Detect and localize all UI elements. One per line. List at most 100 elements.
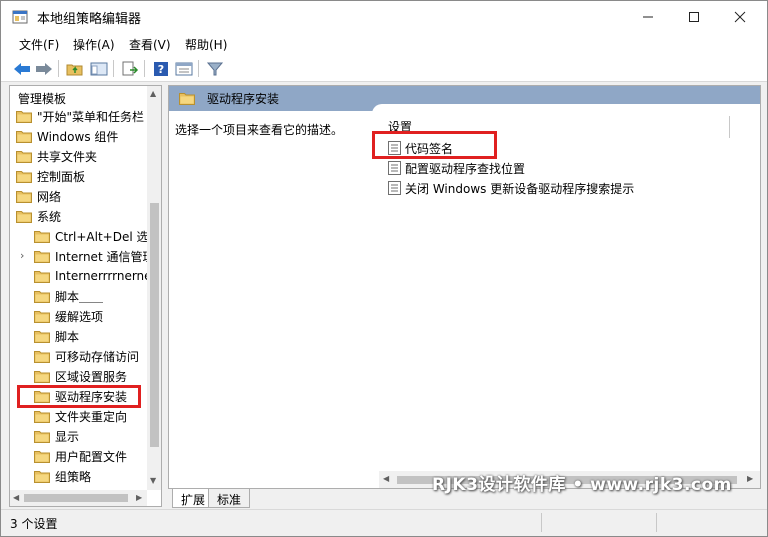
tree-pane[interactable]: 管理模板 "开始"菜单和任务栏 Windows 组件 共享文件夹 控制面板 网络… [9,85,162,507]
tab-extended[interactable]: 扩展 [172,489,214,508]
filter-icon [206,62,224,76]
properties-view-icon [175,62,193,76]
description-text: 选择一个项目来查看它的描述。 [175,123,344,137]
tree-item-display[interactable]: 显示 [34,426,79,446]
scroll-down-arrow-icon[interactable]: ▼ [150,476,156,485]
folder-icon [34,310,50,323]
tree-item-control-panel[interactable]: 控制面板 [16,166,85,186]
tree-item-label: 脚本 [55,329,80,344]
folder-icon [16,150,32,163]
folder-icon [34,290,50,303]
folder-icon [34,470,50,483]
tree-item-label: 缓解选项 [55,309,104,324]
tree-item-label: 显示 [55,429,80,444]
tree-item-shared-folders[interactable]: 共享文件夹 [16,146,97,166]
tree-item-mitigation[interactable]: 缓解选项 [34,306,103,326]
tree-item-label: 组策略 [55,469,92,484]
close-button[interactable] [717,1,763,32]
scroll-right-arrow-icon[interactable]: ▶ [136,493,142,502]
tree-item-locale-services[interactable]: 区域设置服务 [34,366,127,386]
tree-item-windows-components[interactable]: Windows 组件 [16,126,118,146]
tree-item-label: Ctrl+Alt+Del 选项 [55,229,161,244]
minimize-button[interactable] [625,1,671,32]
details-header-title: 驱动程序安装 [207,92,280,106]
column-divider[interactable] [729,116,730,138]
tree-item-label: Windows 组件 [37,129,119,144]
folder-icon [34,370,50,383]
tree-item-network[interactable]: 网络 [16,186,61,206]
folder-icon [34,410,50,423]
menu-action[interactable]: 操作(A) [73,36,115,53]
tree-item-scripts[interactable]: 脚本 [34,326,79,346]
folder-icon [34,250,50,263]
tree-root[interactable]: 管理模板 [18,90,66,107]
menu-file[interactable]: 文件(F) [19,36,59,53]
tree-vertical-scrollbar[interactable]: ▲ ▼ [147,86,161,490]
properties-view-button[interactable] [174,59,194,79]
svg-text:?: ? [158,63,164,76]
scroll-up-arrow-icon[interactable]: ▲ [150,89,156,98]
up-folder-icon [66,64,83,76]
tree-item-removable-storage[interactable]: 可移动存储访问 [34,346,139,366]
folder-icon [34,450,50,463]
tree-item-user-profiles[interactable]: 用户配置文件 [34,446,127,466]
tree-item-label: 共享文件夹 [37,149,98,164]
tree-item-ctrl-alt-del[interactable]: Ctrl+Alt+Del 选项 [34,226,160,246]
view-tabs: 扩展 标准 [168,489,468,509]
policy-setting-icon [388,161,401,175]
forward-button[interactable] [34,59,54,79]
forward-icon [36,63,52,75]
expand-chevron-icon[interactable]: › [20,249,24,262]
show-hide-tree-icon [90,62,108,76]
menu-bar: 文件(F) 操作(A) 查看(V) 帮助(H) [1,33,767,55]
tree-item-label: 区域设置服务 [55,369,128,384]
policy-item-driver-search-locations[interactable]: 配置驱动程序查找位置 [388,159,525,177]
tree-item-label: 文件夹重定向 [55,409,128,424]
filter-button[interactable] [205,59,225,79]
gpedit-window: 本地组策略编辑器 文件(F) 操作(A) 查看(V) 帮助(H) ? 管理模板 … [0,0,768,537]
tree-item-internerrr[interactable]: Internerrrrnerne [34,266,152,286]
show-hide-tree-button[interactable] [89,59,109,79]
scroll-thumb[interactable] [150,203,159,447]
export-list-button[interactable] [120,59,140,79]
tree-item-group-policy[interactable]: 组策略 [34,466,91,486]
tree-item-start-menu[interactable]: "开始"菜单和任务栏 [16,106,144,126]
details-pane: 驱动程序安装 选择一个项目来查看它的描述。 设置 代码签名 配置驱动程序查找位置… [168,85,761,489]
watermark-text: RJK3设计软件库 • www.rjk3.com [432,475,732,495]
status-bar: 3 个设置 [1,509,767,536]
scroll-thumb[interactable] [24,494,128,502]
tree-item-label: "开始"菜单和任务栏 [37,109,145,124]
tree-item-system[interactable]: 系统 [16,206,61,226]
scroll-left-arrow-icon[interactable]: ◀ [13,493,19,502]
tree-item-label: Internerrrrnerne [55,269,152,283]
window-title: 本地组策略编辑器 [37,12,142,27]
tree-item-scripts-alt[interactable]: 脚本＿＿ [34,286,103,306]
back-button[interactable] [12,59,32,79]
scroll-right-arrow-icon[interactable]: ▶ [747,474,753,483]
help-button[interactable]: ? [151,59,171,79]
toolbar: ? [1,55,767,82]
policy-item-turn-off-update-search-prompt[interactable]: 关闭 Windows 更新设备驱动程序搜索提示 [388,179,634,197]
policy-setting-icon [388,181,401,195]
folder-icon [16,190,32,203]
up-folder-button[interactable] [65,59,85,79]
scroll-left-arrow-icon[interactable]: ◀ [383,474,389,483]
tree-item-label: Internet 通信管理 [55,249,155,264]
tree-item-internet-comm[interactable]: Internet 通信管理 [34,246,154,266]
tree-horizontal-scrollbar[interactable]: ◀ ▶ [10,490,147,506]
maximize-button[interactable] [671,1,717,32]
status-text: 3 个设置 [10,517,58,531]
tab-standard[interactable]: 标准 [208,489,251,508]
help-icon: ? [154,62,168,76]
gpedit-app-icon [12,10,28,24]
title-bar: 本地组策略编辑器 [1,1,767,33]
folder-icon [179,93,195,105]
menu-view[interactable]: 查看(V) [129,36,171,53]
back-icon [14,63,30,75]
maximize-icon [689,11,699,22]
tree-item-label: 网络 [37,189,62,204]
policy-item-label: 配置驱动程序查找位置 [405,161,526,176]
tree-item-folder-redirection[interactable]: 文件夹重定向 [34,406,127,426]
menu-help[interactable]: 帮助(H) [185,36,227,53]
policy-item-label: 关闭 Windows 更新设备驱动程序搜索提示 [405,181,635,196]
